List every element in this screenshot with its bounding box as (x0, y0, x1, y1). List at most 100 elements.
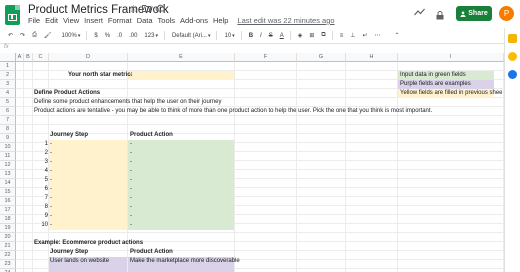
format-chevron-down-icon[interactable]: ▾ (155, 33, 158, 39)
journey-step-cell[interactable]: - (50, 158, 52, 167)
column-header-g[interactable]: G (297, 53, 346, 62)
size-chevron-down-icon[interactable]: ▾ (232, 33, 235, 39)
formula-bar[interactable]: fx (0, 43, 504, 52)
menu-addons[interactable]: Add-ons (180, 16, 208, 28)
lock-icon[interactable] (436, 7, 444, 20)
column-header-i[interactable]: I (398, 53, 504, 62)
product-action-cell[interactable]: - (130, 221, 132, 230)
menu-help[interactable]: Help (213, 16, 228, 28)
more-icon[interactable]: ⋯ (374, 32, 380, 39)
text-wrap-icon[interactable]: ↵ (362, 32, 367, 39)
zoom-select[interactable]: 100% (62, 33, 77, 39)
cloud-status-icon[interactable] (155, 4, 166, 15)
product-action-cell[interactable]: - (130, 158, 132, 167)
paint-format-icon[interactable]: 🖌 (44, 32, 52, 39)
star-icon[interactable]: ☆ (129, 4, 138, 15)
row-header-20[interactable]: 20 (0, 233, 16, 242)
menu-view[interactable]: View (63, 16, 79, 28)
font-chevron-down-icon[interactable]: ▾ (208, 33, 211, 39)
collapse-chevron-up-icon[interactable]: ⌃ (394, 32, 399, 39)
italic-button[interactable]: I (260, 33, 262, 39)
currency-button[interactable]: $ (94, 33, 97, 39)
product-action-fill[interactable] (128, 140, 234, 230)
row-header-16[interactable]: 16 (0, 197, 16, 206)
decrease-decimal-button[interactable]: .0 (117, 33, 122, 39)
product-action-cell[interactable]: - (130, 167, 132, 176)
text-color-button[interactable]: A (280, 33, 284, 39)
row-header-1[interactable]: 1 (0, 62, 16, 71)
row-header-14[interactable]: 14 (0, 179, 16, 188)
row-header-12[interactable]: 12 (0, 161, 16, 170)
row-header-9[interactable]: 9 (0, 134, 16, 143)
row-header-4[interactable]: 4 (0, 89, 16, 98)
product-action-cell[interactable]: - (130, 203, 132, 212)
journey-step-cell[interactable]: - (50, 176, 52, 185)
north-star-input-fill[interactable] (128, 71, 234, 80)
column-header-a[interactable]: A (16, 53, 24, 62)
print-icon[interactable]: ⎙ (32, 32, 37, 39)
row-header-23[interactable]: 23 (0, 260, 16, 269)
journey-step-cell[interactable]: - (50, 194, 52, 203)
row-header-17[interactable]: 17 (0, 206, 16, 215)
menu-insert[interactable]: Insert (84, 16, 103, 28)
borders-icon[interactable]: ⊞ (309, 32, 314, 39)
menu-tools[interactable]: Tools (158, 16, 176, 28)
product-action-cell[interactable]: - (130, 140, 132, 149)
row-header-8[interactable]: 8 (0, 125, 16, 134)
journey-step-cell[interactable]: - (50, 221, 52, 230)
more-formats-button[interactable]: 123 (144, 33, 154, 39)
journey-step-cell[interactable]: - (50, 149, 52, 158)
undo-icon[interactable]: ↶ (8, 32, 13, 39)
product-action-cell[interactable]: - (130, 194, 132, 203)
column-header-f[interactable]: F (235, 53, 297, 62)
font-select[interactable]: Default (Ari... (172, 33, 207, 39)
column-header-e[interactable]: E (128, 53, 235, 62)
product-action-cell[interactable]: - (130, 149, 132, 158)
activity-dashboard-icon[interactable] (414, 7, 425, 19)
fill-color-icon[interactable]: ◈ (298, 32, 303, 39)
column-header-h[interactable]: H (346, 53, 398, 62)
row-header-22[interactable]: 22 (0, 251, 16, 260)
product-action-cell[interactable]: - (130, 212, 132, 221)
menu-file[interactable]: File (28, 16, 40, 28)
vertical-align-icon[interactable]: ⊥ (350, 32, 355, 39)
row-header-21[interactable]: 21 (0, 242, 16, 251)
move-folder-icon[interactable] (142, 4, 151, 15)
select-all-corner[interactable] (0, 53, 16, 62)
row-header-11[interactable]: 11 (0, 152, 16, 161)
sheets-logo-icon[interactable] (5, 5, 20, 25)
column-header-c[interactable]: C (33, 53, 49, 62)
strikethrough-button[interactable]: S (269, 33, 273, 39)
row-header-19[interactable]: 19 (0, 224, 16, 233)
row-header-10[interactable]: 10 (0, 143, 16, 152)
font-size-select[interactable]: 10 (224, 33, 231, 39)
product-action-cell[interactable]: - (130, 185, 132, 194)
bold-button[interactable]: B (249, 33, 253, 39)
row-header-13[interactable]: 13 (0, 170, 16, 179)
avatar[interactable]: P (499, 6, 514, 21)
zoom-chevron-down-icon[interactable]: ▾ (78, 33, 81, 39)
tasks-icon[interactable] (508, 70, 517, 79)
horizontal-align-icon[interactable]: ≡ (340, 33, 344, 39)
keep-icon[interactable] (508, 52, 517, 61)
spreadsheet-grid[interactable]: ABCDEFGHI 1 2 3 4 5 6 7 8 9 10 11 12 13 14 15 16 17 18 19 2… (0, 53, 504, 272)
share-button[interactable]: Share (456, 6, 492, 21)
redo-icon[interactable]: ↷ (20, 32, 25, 39)
row-header-15[interactable]: 15 (0, 188, 16, 197)
product-action-cell[interactable]: - (130, 176, 132, 185)
journey-step-fill[interactable] (49, 140, 127, 230)
merge-cells-icon[interactable]: ⧉ (321, 32, 325, 39)
percent-button[interactable]: % (105, 33, 110, 39)
column-header-d[interactable]: D (49, 53, 128, 62)
increase-decimal-button[interactable]: .00 (129, 33, 137, 39)
north-star-value[interactable]: - (130, 71, 132, 80)
journey-step-cell[interactable]: - (50, 212, 52, 221)
menu-edit[interactable]: Edit (45, 16, 58, 28)
row-header-3[interactable]: 3 (0, 80, 16, 89)
journey-step-cell[interactable]: - (50, 140, 52, 149)
row-header-7[interactable]: 7 (0, 116, 16, 125)
journey-step-cell[interactable]: - (50, 185, 52, 194)
row-header-18[interactable]: 18 (0, 215, 16, 224)
menu-data[interactable]: Data (137, 16, 153, 28)
last-edit-link[interactable]: Last edit was 22 minutes ago (237, 16, 334, 28)
